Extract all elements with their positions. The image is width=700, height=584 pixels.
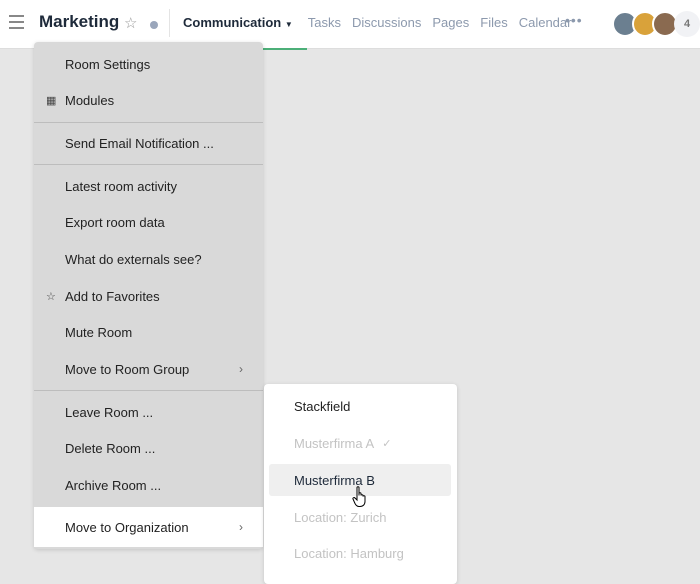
menu-item-export[interactable]: Export room data [34, 204, 263, 240]
favorite-star-icon[interactable]: ☆ [124, 14, 137, 32]
caret-down-icon: ▼ [284, 20, 293, 29]
menu-item-mute[interactable]: Mute Room [34, 314, 263, 350]
tab-discussions[interactable]: Discussions [352, 15, 421, 30]
status-dot [150, 21, 158, 29]
menu-item-modules[interactable]: ▦ Modules [34, 82, 263, 118]
org-musterfirma-a: Musterfirma A ✓ [294, 435, 392, 451]
org-location-hamburg: Location: Hamburg [294, 545, 404, 561]
menu-item-favorites[interactable]: ☆ Add to Favorites [34, 278, 263, 314]
chevron-right-icon: › [239, 520, 243, 534]
hamburger-menu-icon[interactable] [9, 15, 24, 30]
tab-communication[interactable]: Communication ▼ [183, 15, 307, 50]
menu-item-latest-activity[interactable]: Latest room activity [34, 168, 263, 204]
more-icon[interactable]: ••• [565, 12, 583, 28]
menu-item-room-group[interactable]: Move to Room Group › [34, 351, 263, 387]
menu-item-move-organization[interactable]: Move to Organization › [34, 507, 263, 547]
tab-calendar[interactable]: Calendar [519, 15, 572, 30]
room-menu: Room Settings ▦ Modules Send Email Notifi… [34, 42, 263, 549]
tab-files[interactable]: Files [480, 15, 507, 30]
chevron-right-icon: › [239, 362, 243, 376]
module-tabs: Communication ▼ Tasks Discussions Pages … [183, 15, 582, 50]
org-stackfield[interactable]: Stackfield [269, 390, 451, 422]
grid-icon: ▦ [46, 94, 57, 107]
menu-item-archive[interactable]: Archive Room ... [34, 467, 263, 503]
menu-item-externals[interactable]: What do externals see? [34, 241, 263, 277]
organization-submenu: Stackfield Musterfirma A ✓ Musterfirma B … [264, 384, 457, 584]
menu-item-send-email[interactable]: Send Email Notification ... [34, 125, 263, 161]
tab-pages[interactable]: Pages [432, 15, 469, 30]
check-icon: ✓ [382, 437, 392, 450]
tab-tasks[interactable]: Tasks [308, 15, 341, 30]
member-avatars[interactable]: 4 [612, 11, 700, 37]
divider [34, 122, 263, 123]
divider [34, 390, 263, 391]
star-icon: ☆ [46, 290, 56, 303]
member-count[interactable]: 4 [674, 11, 700, 37]
divider [34, 164, 263, 165]
room-title: Marketing [39, 12, 120, 31]
menu-item-delete[interactable]: Delete Room ... [34, 430, 263, 466]
divider [169, 9, 170, 37]
menu-item-room-settings[interactable]: Room Settings [34, 46, 263, 82]
hand-cursor-icon [352, 486, 366, 507]
menu-item-leave[interactable]: Leave Room ... [34, 394, 263, 430]
